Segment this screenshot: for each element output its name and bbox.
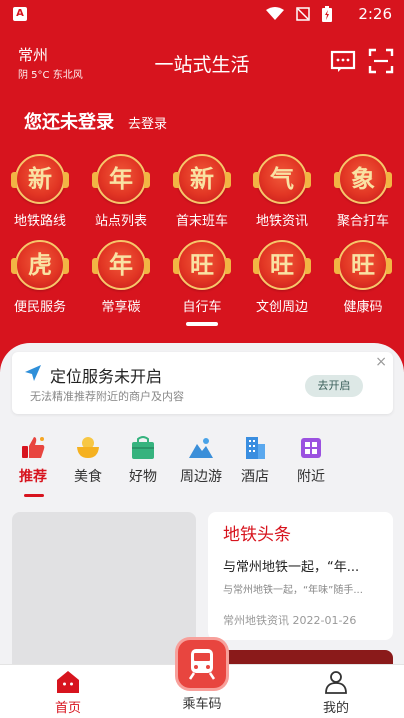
- location-card-title: 定位服务未开启: [50, 367, 163, 386]
- message-icon[interactable]: [330, 48, 356, 74]
- news-summary: 与常州地铁一起，“年味”随手...: [223, 585, 363, 596]
- service-label: 首末班车: [175, 214, 228, 229]
- service-first-last-train[interactable]: 新 首末班车: [162, 154, 242, 229]
- active-tab-indicator: [24, 494, 44, 497]
- enable-location-button[interactable]: 去开启: [305, 375, 363, 397]
- login-prompt: 您还未登录 去登录: [24, 108, 167, 134]
- nav-home[interactable]: 首页: [28, 669, 108, 716]
- news-date: 2022-01-26: [292, 614, 357, 627]
- shopping-bag-icon: [132, 436, 154, 459]
- service-label: 常享碳: [101, 300, 141, 315]
- wifi-icon: [266, 7, 284, 20]
- home-icon: [57, 671, 79, 693]
- news-meta: 常州地铁资讯 2022-01-26: [223, 612, 356, 628]
- thumbs-up-icon: [22, 437, 45, 458]
- service-bicycle[interactable]: 旺 自行车: [162, 240, 242, 315]
- tab-label: 周边游: [180, 469, 222, 485]
- news-section-title: 地铁头条: [223, 525, 291, 545]
- festive-badge-icon: 虎: [11, 240, 69, 290]
- festive-badge-icon: 年: [92, 240, 150, 290]
- service-label: 自行车: [182, 300, 222, 315]
- service-health-code[interactable]: 旺 健康码: [323, 240, 403, 315]
- signal-off-icon: [296, 7, 310, 21]
- tab-label: 好物: [129, 469, 157, 485]
- tab-hotel[interactable]: 酒店: [230, 434, 280, 486]
- app-header: 常州 阴 5°C 东北风 一站式生活: [0, 40, 404, 84]
- food-bowl-icon: [77, 437, 99, 458]
- service-row-2: 虎 便民服务 年 常享碳 旺 自行车 旺 文创周边 旺 健康码: [0, 240, 404, 320]
- user-icon: [325, 671, 347, 694]
- festive-badge-icon: 年: [92, 154, 150, 204]
- app-notification-icon: A: [13, 7, 27, 21]
- page-indicator: [186, 322, 218, 326]
- service-convenience[interactable]: 虎 便民服务: [0, 240, 80, 315]
- service-carbon[interactable]: 年 常享碳: [81, 240, 161, 315]
- status-time: 2:26: [358, 5, 392, 23]
- tab-label: 推荐: [19, 469, 47, 485]
- tab-label: 酒店: [241, 469, 269, 485]
- festive-badge-icon: 旺: [334, 240, 392, 290]
- nav-profile[interactable]: 我的: [296, 669, 376, 716]
- service-label: 文创周边: [255, 300, 308, 315]
- festive-badge-icon: 新: [11, 154, 69, 204]
- service-metro-route[interactable]: 新 地铁路线: [0, 154, 80, 229]
- nav-label: 首页: [54, 701, 81, 716]
- service-label: 站点列表: [94, 214, 147, 229]
- status-icons: [266, 6, 332, 22]
- ride-code-button[interactable]: [178, 640, 226, 688]
- location-card-desc: 无法精准推荐附近的商户及内容: [30, 390, 184, 403]
- festive-badge-icon: 气: [253, 154, 311, 204]
- nav-ride-code[interactable]: 乘车码: [162, 691, 242, 712]
- category-tabs: 推荐 美食 好物 周边游 酒店 附近: [0, 434, 404, 500]
- service-merch[interactable]: 旺 文创周边: [242, 240, 322, 315]
- festive-badge-icon: 新: [173, 154, 231, 204]
- nav-label: 乘车码: [182, 697, 222, 712]
- tab-label: 附近: [297, 469, 325, 485]
- service-row-1: 新 地铁路线 年 站点列表 新 首末班车 气 地铁资讯 象 聚合打车: [0, 154, 404, 234]
- battery-charging-icon: [322, 6, 332, 22]
- service-ride-hailing[interactable]: 象 聚合打车: [323, 154, 403, 229]
- close-icon[interactable]: ×: [375, 354, 387, 370]
- tab-nearby[interactable]: 附近: [286, 434, 336, 486]
- tab-food[interactable]: 美食: [63, 434, 113, 486]
- metro-news-card[interactable]: 地铁头条 与常州地铁一起，“年... 与常州地铁一起，“年味”随手... 常州地…: [208, 512, 393, 640]
- location-arrow-icon: [25, 365, 41, 381]
- service-station-list[interactable]: 年 站点列表: [81, 154, 161, 229]
- location-permission-card: 定位服务未开启 无法精准推荐附近的商户及内容 去开启 ×: [12, 352, 393, 414]
- login-status-title: 您还未登录: [24, 112, 114, 133]
- service-label: 便民服务: [13, 300, 66, 315]
- train-icon: [188, 649, 216, 680]
- service-label: 地铁路线: [13, 214, 66, 229]
- mountain-icon: [189, 438, 213, 458]
- service-metro-news[interactable]: 气 地铁资讯: [242, 154, 322, 229]
- tab-goods[interactable]: 好物: [118, 434, 168, 486]
- news-headline: 与常州地铁一起，“年...: [223, 560, 360, 575]
- service-label: 地铁资讯: [255, 214, 308, 229]
- festive-badge-icon: 旺: [253, 240, 311, 290]
- news-source: 常州地铁资讯: [223, 614, 289, 627]
- festive-badge-icon: 象: [334, 154, 392, 204]
- status-bar: A 2:26: [0, 0, 404, 30]
- login-link[interactable]: 去登录: [128, 113, 167, 132]
- tab-label: 美食: [74, 469, 102, 485]
- service-label: 健康码: [343, 300, 383, 315]
- scan-icon[interactable]: [368, 48, 394, 74]
- hotel-icon: [246, 437, 265, 459]
- tab-recommend[interactable]: 推荐: [8, 434, 58, 486]
- tab-nearby-travel[interactable]: 周边游: [173, 434, 229, 486]
- nav-label: 我的: [322, 701, 349, 716]
- festive-badge-icon: 旺: [173, 240, 231, 290]
- nearby-grid-icon: [301, 438, 321, 458]
- service-label: 聚合打车: [336, 214, 389, 229]
